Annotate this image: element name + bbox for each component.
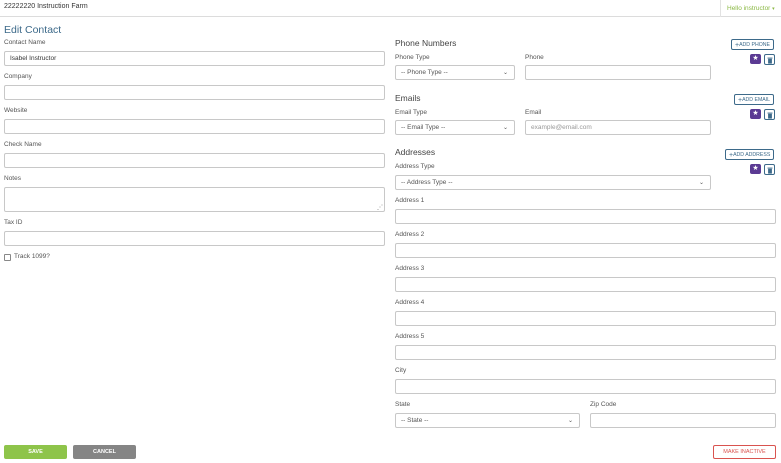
website-label: Website	[4, 107, 28, 114]
address5-input[interactable]	[395, 345, 776, 360]
zip-code-label: Zip Code	[590, 401, 617, 408]
phone-input[interactable]	[525, 65, 711, 80]
email-delete-button[interactable]	[764, 109, 775, 120]
address-primary-button[interactable]: ★	[750, 164, 761, 174]
phone-numbers-heading: Phone Numbers	[395, 38, 457, 48]
page-title: Edit Contact	[4, 24, 62, 36]
top-bar: 22222220 Instruction Farm Hello instruct…	[0, 0, 781, 17]
add-email-button[interactable]: +ADD EMAIL	[734, 94, 775, 105]
chevron-down-icon: ⌄	[567, 418, 573, 424]
email-type-label: Email Type	[395, 109, 428, 116]
state-label: State	[395, 401, 411, 408]
contact-name-input[interactable]: Isabel Instructor	[4, 51, 385, 66]
email-input[interactable]: example@email.com	[525, 120, 711, 135]
notes-textarea[interactable]: ⋰	[4, 187, 385, 212]
address4-input[interactable]	[395, 311, 776, 326]
add-address-label: ADD ADDRESS	[733, 152, 771, 158]
address1-input[interactable]	[395, 209, 776, 224]
address4-label: Address 4	[395, 299, 425, 306]
add-phone-button[interactable]: +ADD PHONE	[731, 39, 774, 50]
email-primary-button[interactable]: ★	[750, 109, 761, 119]
company-label: Company	[4, 73, 32, 80]
address3-label: Address 3	[395, 265, 425, 272]
add-address-button[interactable]: +ADD ADDRESS	[725, 149, 775, 160]
user-menu-label: Hello instructor	[727, 5, 771, 12]
add-email-label: ADD EMAIL	[742, 97, 771, 103]
trash-icon	[767, 57, 773, 64]
zip-code-input[interactable]	[590, 413, 776, 428]
phone-type-label: Phone Type	[395, 54, 430, 61]
track-1099-checkbox[interactable]	[4, 254, 11, 261]
address1-label: Address 1	[395, 197, 425, 204]
star-icon: ★	[752, 165, 759, 172]
email-label: Email	[525, 109, 542, 116]
chevron-down-icon: ⌄	[502, 70, 508, 76]
tax-id-input[interactable]	[4, 231, 385, 246]
contact-name-label: Contact Name	[4, 39, 46, 46]
phone-label: Phone	[525, 54, 544, 61]
state-select[interactable]: -- State -- ⌄	[395, 413, 580, 428]
addresses-heading: Addresses	[395, 147, 436, 157]
check-name-label: Check Name	[4, 141, 42, 148]
chevron-down-icon: ⌄	[698, 180, 704, 186]
add-phone-label: ADD PHONE	[739, 42, 770, 48]
address-type-select[interactable]: -- Address Type -- ⌄	[395, 175, 711, 190]
cancel-button[interactable]: CANCEL	[73, 445, 136, 459]
farm-name: 22222220 Instruction Farm	[4, 3, 88, 10]
phone-type-value: -- Phone Type --	[401, 69, 448, 76]
check-name-input[interactable]	[4, 153, 385, 168]
chevron-down-icon: ⌄	[502, 125, 508, 131]
address2-input[interactable]	[395, 243, 776, 258]
email-type-select[interactable]: -- Email Type -- ⌄	[395, 120, 515, 135]
company-input[interactable]	[4, 85, 385, 100]
track-1099-label: Track 1099?	[14, 253, 50, 260]
caret-down-icon: ▾	[772, 6, 775, 12]
star-icon: ★	[752, 110, 759, 117]
tax-id-label: Tax ID	[4, 219, 23, 226]
trash-icon	[767, 167, 773, 174]
address-type-label: Address Type	[395, 163, 435, 170]
address5-label: Address 5	[395, 333, 425, 340]
address-type-value: -- Address Type --	[401, 179, 453, 186]
save-button[interactable]: SAVE	[4, 445, 67, 459]
phone-type-select[interactable]: -- Phone Type -- ⌄	[395, 65, 515, 80]
state-value: -- State --	[401, 417, 429, 424]
website-input[interactable]	[4, 119, 385, 134]
address-delete-button[interactable]	[764, 164, 775, 175]
phone-delete-button[interactable]	[764, 54, 775, 65]
email-type-value: -- Email Type --	[401, 124, 446, 131]
emails-heading: Emails	[395, 93, 421, 103]
city-label: City	[395, 367, 407, 374]
make-inactive-button[interactable]: MAKE INACTIVE	[713, 445, 776, 459]
star-icon: ★	[752, 55, 759, 62]
resize-grip-icon[interactable]: ⋰	[377, 205, 383, 211]
address3-input[interactable]	[395, 277, 776, 292]
notes-label: Notes	[4, 175, 21, 182]
city-input[interactable]	[395, 379, 776, 394]
phone-primary-button[interactable]: ★	[750, 54, 761, 64]
trash-icon	[767, 112, 773, 119]
user-menu[interactable]: Hello instructor ▾	[720, 0, 781, 17]
address2-label: Address 2	[395, 231, 425, 238]
